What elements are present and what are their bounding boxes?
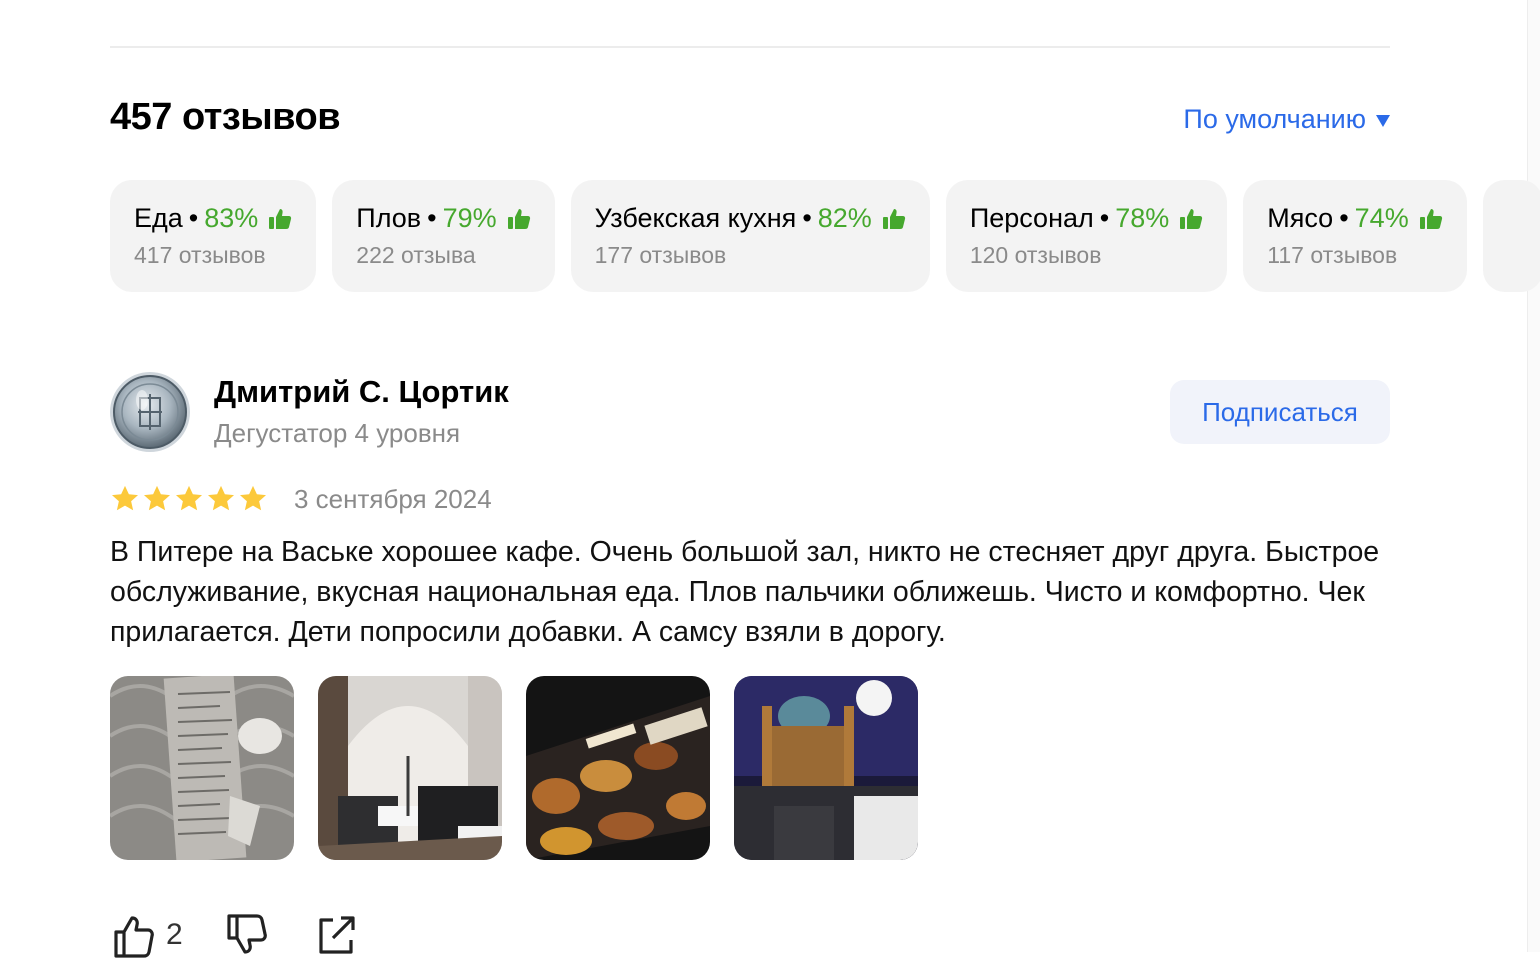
aspect-percent: 83% (204, 203, 259, 233)
reviews-count-title: 457 отзывов (110, 96, 341, 138)
star-icon (112, 485, 138, 511)
star-icon (240, 485, 266, 511)
thumb-up-icon (269, 208, 292, 229)
aspect-count: 117 отзывов (1267, 242, 1398, 268)
aspect-name: Плов (356, 203, 422, 233)
aspect-name: Узбекская кухня (594, 203, 797, 233)
author-name[interactable]: Дмитрий С. Цортик (214, 374, 509, 410)
review-photos (110, 676, 918, 860)
aspect-count: 417 отзывов (134, 242, 266, 268)
star-icon (208, 485, 234, 511)
aspect-name: Еда (134, 203, 183, 233)
thumb-up-icon (1419, 208, 1442, 229)
author-level: Дегустатор 4 уровня (214, 418, 461, 448)
aspect-percent: 79% (442, 203, 497, 233)
like-count: 2 (166, 918, 183, 951)
aspect-chip-plov[interactable]: Плов • 79% 222 отзыва (332, 180, 555, 292)
review-photo-menu[interactable] (526, 676, 710, 860)
avatar[interactable] (110, 372, 190, 452)
aspect-count: 120 отзывов (969, 242, 1102, 268)
review-photo-mural[interactable] (734, 676, 918, 860)
review-text: В Питере на Ваське хорошее кафе. Очень б… (110, 536, 1380, 648)
aspect-percent: 74% (1354, 203, 1409, 233)
subscribe-button[interactable]: Подписаться (1170, 380, 1390, 444)
thumb-up-icon[interactable] (110, 912, 156, 958)
aspect-percent: 78% (1115, 203, 1170, 233)
aspect-chip-uzbek-cuisine[interactable]: Узбекская кухня • 82% 177 отзывов (570, 180, 930, 292)
aspect-count: 222 отзыва (356, 242, 476, 268)
aspect-chip-meat[interactable]: Мясо • 74% 117 отзывов (1243, 180, 1467, 292)
thumb-up-icon (507, 208, 530, 229)
share-icon[interactable] (313, 912, 359, 958)
thumb-down-icon[interactable] (223, 912, 269, 958)
thumb-up-icon (882, 208, 905, 229)
rating-stars (110, 484, 268, 514)
star-icon (176, 485, 202, 511)
thumb-up-icon (1180, 208, 1203, 229)
aspect-count: 177 отзывов (594, 242, 727, 268)
triangle-down-icon (1376, 115, 1390, 127)
scrollbar[interactable] (1527, 0, 1540, 952)
aspect-chips: Еда • 83% 417 отзывов Плов • 79% 222 отзыва … (110, 180, 1540, 292)
aspect-percent: 82% (817, 203, 872, 233)
aspect-chip-partial[interactable] (1482, 180, 1540, 292)
aspect-name: Мясо (1267, 203, 1334, 233)
review-photo-receipt[interactable] (110, 676, 294, 860)
aspect-name: Персонал (969, 203, 1094, 233)
sort-label: По умолчанию (1183, 104, 1366, 134)
aspect-chip-staff[interactable]: Персонал • 78% 120 отзывов (945, 180, 1228, 292)
review-photo-hall[interactable] (318, 676, 502, 860)
review-actions: 2 (110, 912, 359, 958)
star-icon (144, 485, 170, 511)
review-date: 3 сентября 2024 (294, 484, 492, 514)
aspect-chip-food[interactable]: Еда • 83% 417 отзывов (110, 180, 317, 292)
top-divider (110, 46, 1390, 48)
sort-dropdown[interactable]: По умолчанию (1183, 104, 1390, 135)
